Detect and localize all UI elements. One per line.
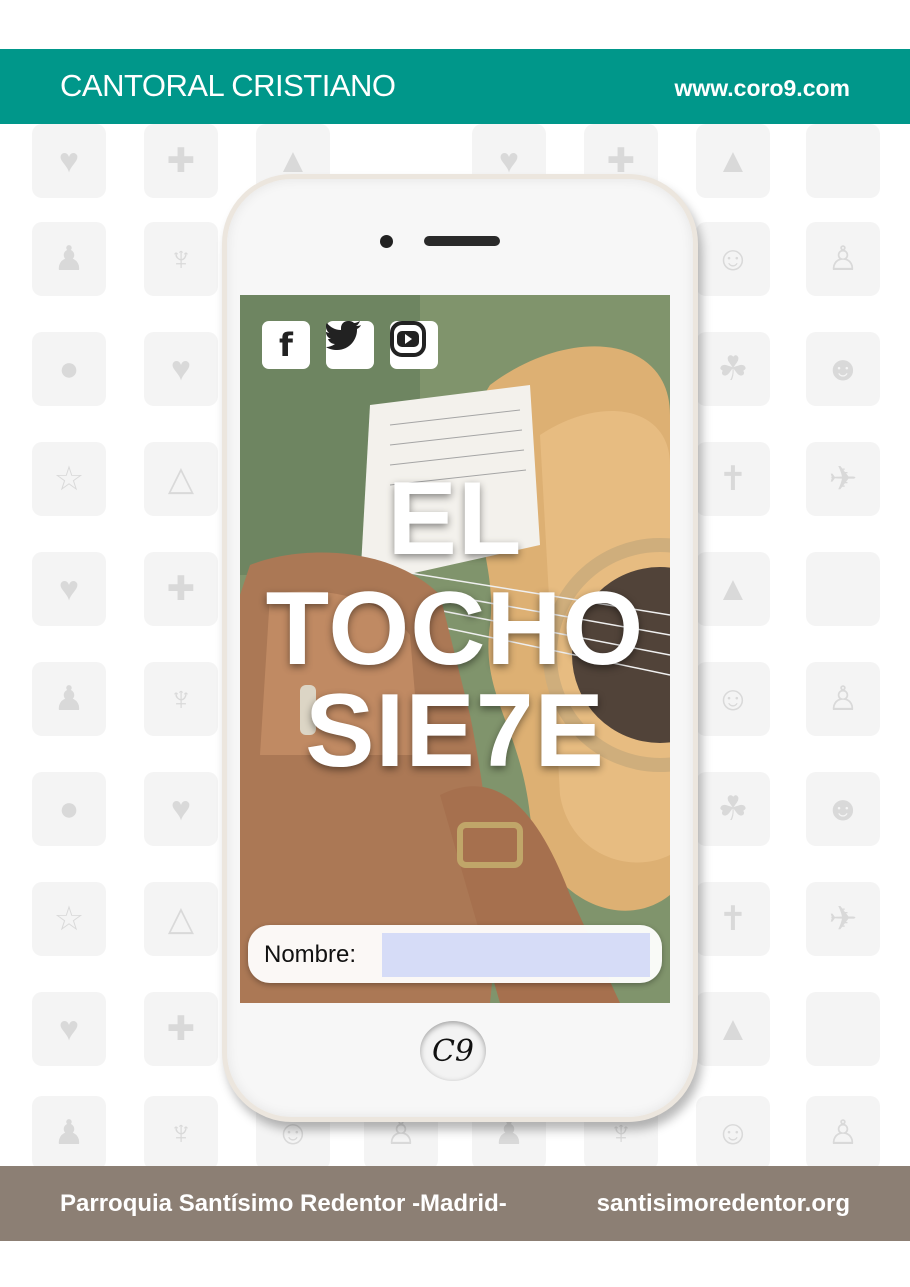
- bird-icon: ✈: [806, 442, 880, 516]
- facebook-button[interactable]: f: [262, 321, 310, 369]
- earpiece-speaker: [424, 236, 500, 246]
- faces-icon: ☺: [696, 222, 770, 296]
- tent-icon: △: [144, 442, 218, 516]
- chalice-icon: ♆: [144, 662, 218, 736]
- coro9-url[interactable]: www.coro9.com: [674, 75, 850, 102]
- header-banner: CANTORAL CRISTIANO www.coro9.com: [0, 49, 910, 124]
- name-field-container: Nombre:: [248, 925, 662, 983]
- blank-tile-icon: [806, 552, 880, 626]
- chalice-icon: ♆: [144, 1096, 218, 1166]
- family-icon: ♙: [806, 1096, 880, 1166]
- footprints-icon: ☘: [696, 332, 770, 406]
- cross-icon: ✝: [696, 442, 770, 516]
- phone-screen: f EL TOCHO SIE7E Nombre:: [240, 295, 670, 1003]
- name-label: Nombre:: [264, 941, 357, 968]
- cantoral-title: CANTORAL CRISTIANO: [60, 68, 396, 103]
- footprints-icon: ☘: [696, 772, 770, 846]
- tent-icon: △: [144, 882, 218, 956]
- title-line-3: SIE7E: [305, 673, 605, 789]
- mountain-icon: ▲: [696, 552, 770, 626]
- home-button[interactable]: C9: [420, 1021, 486, 1081]
- star-icon: ☆: [32, 882, 106, 956]
- chalice-icon: ♆: [144, 222, 218, 296]
- bird-icon: ✈: [806, 882, 880, 956]
- facebook-icon: f: [279, 326, 293, 364]
- heart-icon: ♥: [32, 552, 106, 626]
- globe-icon: ●: [32, 332, 106, 406]
- medical-case-icon: ✚: [144, 124, 218, 198]
- figure-icon: ♟: [32, 222, 106, 296]
- blank-tile-icon: [806, 124, 880, 198]
- heart-icon: ♥: [32, 992, 106, 1066]
- heartbeat-icon: ♥: [144, 772, 218, 846]
- star-icon: ☆: [32, 442, 106, 516]
- parish-website[interactable]: santisimoredentor.org: [597, 1190, 850, 1218]
- family-icon: ♙: [806, 222, 880, 296]
- figure-icon: ♟: [32, 1096, 106, 1166]
- twitter-icon: [326, 321, 361, 350]
- person-icon: ☻: [806, 332, 880, 406]
- youtube-button[interactable]: [390, 321, 438, 369]
- parish-name: Parroquia Santísimo Redentor -Madrid-: [60, 1190, 507, 1217]
- youtube-icon: [390, 321, 426, 357]
- name-input[interactable]: [382, 933, 650, 977]
- figure-icon: ♟: [32, 662, 106, 736]
- globe-icon: ●: [32, 772, 106, 846]
- cross-icon: ✝: [696, 882, 770, 956]
- title-line-1: EL: [387, 461, 523, 577]
- person-icon: ☻: [806, 772, 880, 846]
- footer-banner: Parroquia Santísimo Redentor -Madrid- sa…: [0, 1166, 910, 1241]
- twitter-button[interactable]: [326, 321, 374, 369]
- title-line-2: TOCHO: [265, 571, 645, 687]
- mountain-icon: ▲: [696, 124, 770, 198]
- family-icon: ♙: [806, 662, 880, 736]
- heartbeat-icon: ♥: [144, 332, 218, 406]
- mountain-icon: ▲: [696, 992, 770, 1066]
- faces-icon: ☺: [696, 1096, 770, 1166]
- medical-case-icon: ✚: [144, 552, 218, 626]
- medical-case-icon: ✚: [144, 992, 218, 1066]
- blank-tile-icon: [806, 992, 880, 1066]
- front-camera: [380, 235, 393, 248]
- faces-icon: ☺: [696, 662, 770, 736]
- heart-icon: ♥: [32, 124, 106, 198]
